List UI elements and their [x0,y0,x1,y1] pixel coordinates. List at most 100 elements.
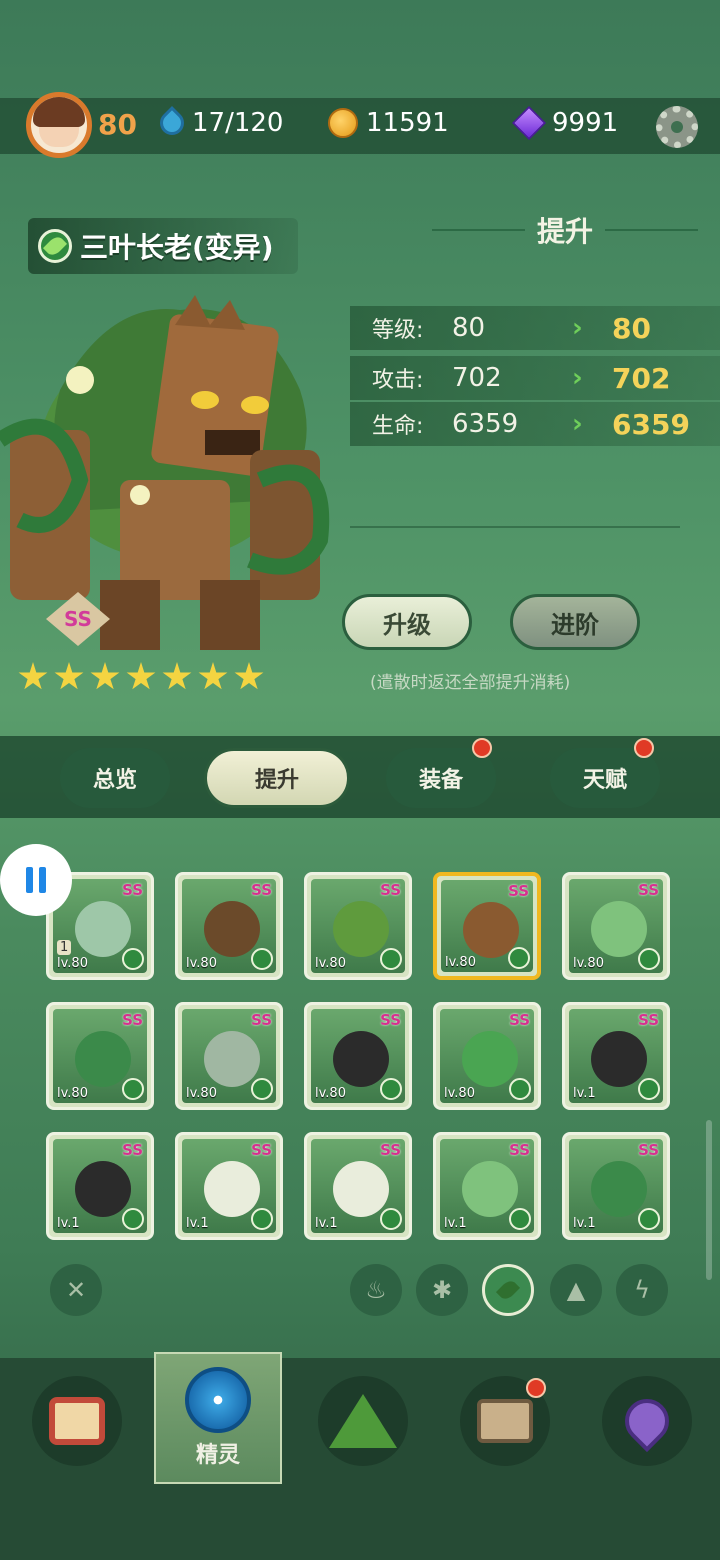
nav-battle-screen-icon[interactable] [32,1376,122,1466]
energy-counter[interactable]: 17/120 [155,106,284,140]
notification-dot [634,738,654,758]
rarity-label: SS [122,881,143,899]
earth-filter-icon[interactable]: ▲ [550,1264,602,1316]
hero-portrait [75,901,131,957]
nav-spirits[interactable]: 精灵 [154,1352,282,1484]
level-label: lv.80 [445,955,476,970]
rarity-label: SS [638,1011,659,1029]
settings-gear-icon[interactable] [656,106,698,148]
energy-value: 17/120 [192,108,284,138]
hero-card[interactable]: SS lv.80 [175,872,283,980]
gem-counter[interactable]: 9991 [512,106,619,140]
refund-note: (遣散时返还全部提升消耗) [370,673,571,693]
nature-element-icon [509,1078,531,1100]
hero-portrait [75,1161,131,1217]
roster-scrollbar[interactable] [706,1120,712,1280]
map-pin-icon [615,1389,679,1453]
rarity-label: SS [380,1141,401,1159]
tab-upgrade[interactable]: 提升 [204,748,350,808]
coin-counter[interactable]: 11591 [328,108,449,138]
hero-portrait [591,901,647,957]
hero-name: 三叶长老(变异) [80,231,274,264]
nav-map-pin-icon[interactable] [602,1376,692,1466]
hero-card[interactable]: SS lv.80 [433,1002,541,1110]
stat-current: 6359 [452,409,519,439]
nav-mountain-icon[interactable] [318,1376,408,1466]
rarity-label: SS [509,1141,530,1159]
hero-card[interactable]: SS lv.1 [46,1132,154,1240]
hero-card[interactable]: SS lv.80 [562,872,670,980]
rarity-label: SS [638,1141,659,1159]
rarity-label: SS [251,881,272,899]
player-avatar[interactable] [26,92,92,158]
hero-card[interactable]: SS lv.1 [433,1132,541,1240]
water-drop-icon [155,106,189,140]
hero-star-rating [18,662,264,692]
rarity-label: SS [122,1141,143,1159]
hero-name-plate: 三叶长老(变异) [28,218,298,274]
nature-element-icon [508,947,530,969]
chest-icon [477,1399,533,1443]
tab-overview[interactable]: 总览 [60,748,170,808]
hero-card[interactable]: SS lv.80 [433,872,541,980]
level-label: lv.80 [315,956,346,971]
level-label: lv.1 [186,1216,209,1231]
monitor-icon [49,1397,105,1445]
notification-dot [472,738,492,758]
hero-portrait [204,1031,260,1087]
hero-card[interactable]: SS lv.80 [175,1002,283,1110]
hero-portrait [591,1031,647,1087]
wind-filter-icon[interactable]: ✱ [416,1264,468,1316]
nature-element-icon [122,1078,144,1100]
hero-portrait [462,1031,518,1087]
gem-value: 9991 [552,108,619,138]
hero-portrait [591,1161,647,1217]
advance-button[interactable]: 进阶 [510,594,640,650]
mountain-icon [329,1394,397,1448]
rarity-label: SS [251,1011,272,1029]
level-label: lv.80 [57,956,88,971]
rarity-label: SS [380,1011,401,1029]
nav-spirits-label: 精灵 [195,1443,240,1468]
nature-element-icon [251,948,273,970]
nature-element-icon [638,948,660,970]
hero-card[interactable]: SS lv.1 [304,1132,412,1240]
nature-filter-icon[interactable] [482,1264,534,1316]
player-level: 80 [98,108,137,141]
level-label: lv.80 [573,956,604,971]
pause-icon [26,867,33,893]
floating-pause-button[interactable] [0,844,72,916]
coin-icon [328,108,358,138]
rarity-label: SS [638,881,659,899]
level-label: lv.1 [444,1216,467,1231]
nature-element-icon [251,1078,273,1100]
nature-element-icon [122,1208,144,1230]
aperture-icon [185,1367,251,1433]
hero-card[interactable]: SS lv.1 [562,1002,670,1110]
level-label: lv.80 [444,1086,475,1101]
hero-portrait [333,1031,389,1087]
star-icon [90,662,120,690]
hero-portrait [333,901,389,957]
clear-filter-close-icon[interactable]: ✕ [50,1264,102,1316]
nature-element-icon [122,948,144,970]
stat-row-hp: 生命: 6359 › 6359 [350,402,720,446]
hero-card[interactable]: SS lv.1 [562,1132,670,1240]
nature-element-icon [638,1208,660,1230]
hero-card[interactable]: SS lv.80 [304,1002,412,1110]
hero-card[interactable]: SS lv.80 [46,1002,154,1110]
hero-card[interactable]: SS lv.80 [304,872,412,980]
hero-portrait [204,1161,260,1217]
rarity-label: SS [509,1011,530,1029]
hero-character-illustration [0,295,330,650]
hero-portrait [75,1031,131,1087]
stat-next: 702 [612,361,671,395]
fire-filter-icon[interactable]: ♨ [350,1264,402,1316]
star-icon [162,662,192,690]
lightning-filter-icon[interactable]: ϟ [616,1264,668,1316]
stat-current: 80 [452,313,486,343]
hero-card[interactable]: SS lv.1 [175,1132,283,1240]
stat-label: 生命: [372,414,424,439]
level-up-button[interactable]: 升级 [342,594,472,650]
nature-element-icon [380,948,402,970]
